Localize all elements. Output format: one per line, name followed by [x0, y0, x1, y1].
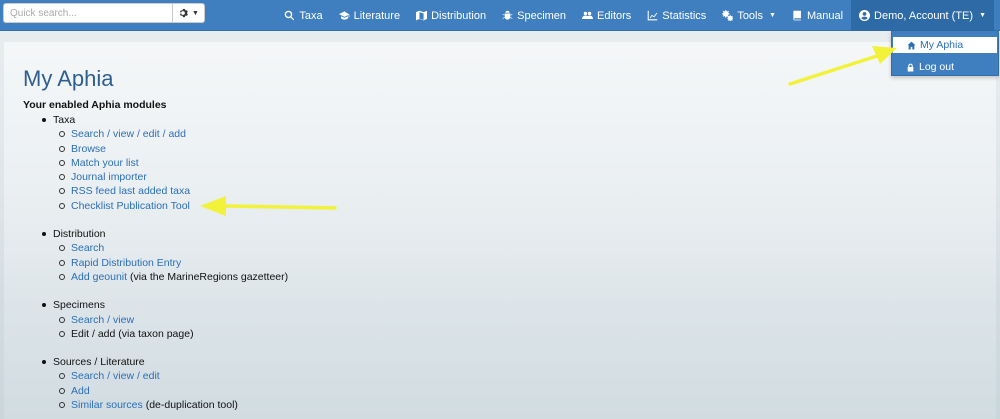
- book-icon: [793, 10, 801, 21]
- list-item: Add geounit (via the MarineRegions gazet…: [59, 270, 288, 284]
- module-title: Distribution: [42, 227, 288, 241]
- module-links: Search / view / edit / add Browse Match …: [59, 127, 288, 213]
- nav-specimen[interactable]: Specimen: [494, 0, 574, 31]
- menu-item-log-out[interactable]: Log out: [892, 58, 998, 76]
- list-item-note: (de-duplication tool): [142, 399, 238, 412]
- quick-search: ▼: [3, 3, 205, 23]
- nav-manual[interactable]: Manual: [784, 0, 851, 31]
- chevron-down-icon: ▼: [979, 12, 986, 19]
- module-links: Search Rapid Distribution Entry Add geou…: [59, 241, 288, 284]
- taxa-match-link[interactable]: Match your list: [71, 157, 139, 169]
- chevron-down-icon: ▼: [769, 12, 776, 19]
- distribution-search-link[interactable]: Search: [71, 242, 104, 254]
- main-content: My Aphia Your enabled Aphia modules Taxa…: [4, 42, 996, 419]
- module-links: Search / view / edit Add Similar sources…: [59, 369, 288, 412]
- users-icon: [582, 11, 594, 19]
- rapid-distribution-entry-link[interactable]: Rapid Distribution Entry: [71, 257, 181, 269]
- list-item: Rapid Distribution Entry: [59, 256, 288, 270]
- module-title: Taxa: [42, 113, 288, 127]
- module-links: Search / view Edit / add (via taxon page…: [59, 313, 288, 342]
- chevron-down-icon: ▼: [192, 9, 199, 17]
- taxa-rss-link[interactable]: RSS feed last added taxa: [71, 185, 190, 197]
- list-item: Match your list: [59, 156, 288, 170]
- list-item: Add: [59, 384, 288, 398]
- cogs-icon: [722, 10, 734, 21]
- sources-search-link[interactable]: Search / view / edit: [71, 370, 160, 382]
- list-item: Search / view / edit: [59, 369, 288, 383]
- specimens-search-link[interactable]: Search / view: [71, 314, 134, 326]
- module-sources: Sources / Literature Search / view / edi…: [42, 355, 288, 412]
- gear-icon: [180, 8, 188, 18]
- nav-taxa[interactable]: Taxa: [276, 0, 330, 31]
- module-specimens: Specimens Search / view Edit / add (via …: [42, 298, 288, 341]
- nav-literature-label: Literature: [353, 9, 401, 22]
- search-options-button[interactable]: ▼: [173, 3, 205, 23]
- module-taxa: Taxa Search / view / edit / add Browse M…: [42, 113, 288, 213]
- menu-item-label: Log out: [919, 61, 955, 73]
- list-item: RSS feed last added taxa: [59, 184, 288, 198]
- map-icon: [416, 10, 428, 21]
- nav-tools[interactable]: Tools ▼: [714, 0, 784, 31]
- list-item: Search / view / edit / add: [59, 127, 288, 141]
- taxa-journal-importer-link[interactable]: Journal importer: [71, 171, 147, 183]
- page-title: My Aphia: [23, 66, 114, 91]
- nav-account-label: Demo, Account (TE): [874, 9, 974, 22]
- quick-search-input[interactable]: [3, 3, 173, 23]
- modules-heading: Your enabled Aphia modules: [23, 99, 167, 111]
- list-item-note: Edit / add (via taxon page): [71, 327, 194, 340]
- nav-distribution-label: Distribution: [431, 9, 487, 22]
- line-chart-icon: [647, 10, 658, 21]
- nav-editors-label: Editors: [597, 9, 632, 22]
- list-item: Search: [59, 241, 288, 255]
- list-item: Browse: [59, 142, 288, 156]
- menu-item-label: My Aphia: [920, 39, 964, 51]
- home-icon: [907, 41, 916, 49]
- module-distribution: Distribution Search Rapid Distribution E…: [42, 227, 288, 284]
- nav-literature[interactable]: Literature: [331, 0, 408, 31]
- module-title: Specimens: [42, 298, 288, 312]
- list-item: Edit / add (via taxon page): [59, 327, 288, 341]
- lock-icon: [907, 63, 914, 71]
- main-nav: Taxa Literature Distribution Specimen Ed…: [276, 0, 994, 31]
- list-item-note: (via the MarineRegions gazetteer): [127, 270, 289, 283]
- nav-taxa-label: Taxa: [299, 9, 323, 22]
- list-item: Journal importer: [59, 170, 288, 184]
- search-icon: [285, 10, 295, 21]
- nav-editors[interactable]: Editors: [574, 0, 639, 31]
- nav-distribution[interactable]: Distribution: [408, 0, 494, 31]
- taxa-browse-link[interactable]: Browse: [71, 143, 106, 155]
- checklist-publication-tool-link[interactable]: Checklist Publication Tool: [71, 200, 190, 212]
- graduation-cap-icon: [338, 11, 349, 20]
- list-item: Search / view: [59, 313, 288, 327]
- nav-account[interactable]: Demo, Account (TE) ▼: [851, 0, 994, 31]
- user-circle-icon: [859, 10, 871, 21]
- taxa-search-link[interactable]: Search / view / edit / add: [71, 128, 186, 140]
- nav-statistics-label: Statistics: [662, 9, 707, 22]
- module-list: Taxa Search / view / edit / add Browse M…: [42, 113, 288, 412]
- top-navbar: ▼ Taxa Literature Distribution Specimen …: [0, 0, 1000, 31]
- menu-item-my-aphia[interactable]: My Aphia: [892, 36, 998, 54]
- list-item: Checklist Publication Tool: [59, 199, 288, 213]
- add-geounit-link[interactable]: Add geounit: [71, 271, 127, 283]
- account-dropdown-menu: My Aphia Log out: [891, 31, 999, 76]
- nav-tools-label: Tools: [737, 9, 763, 22]
- list-item: Similar sources (de-duplication tool): [59, 398, 288, 412]
- nav-specimen-label: Specimen: [517, 9, 567, 22]
- similar-sources-link[interactable]: Similar sources: [71, 399, 143, 411]
- nav-statistics[interactable]: Statistics: [639, 0, 714, 31]
- bug-icon: [502, 10, 513, 20]
- nav-manual-label: Manual: [806, 9, 844, 22]
- module-title: Sources / Literature: [42, 355, 288, 369]
- sources-add-link[interactable]: Add: [71, 385, 90, 397]
